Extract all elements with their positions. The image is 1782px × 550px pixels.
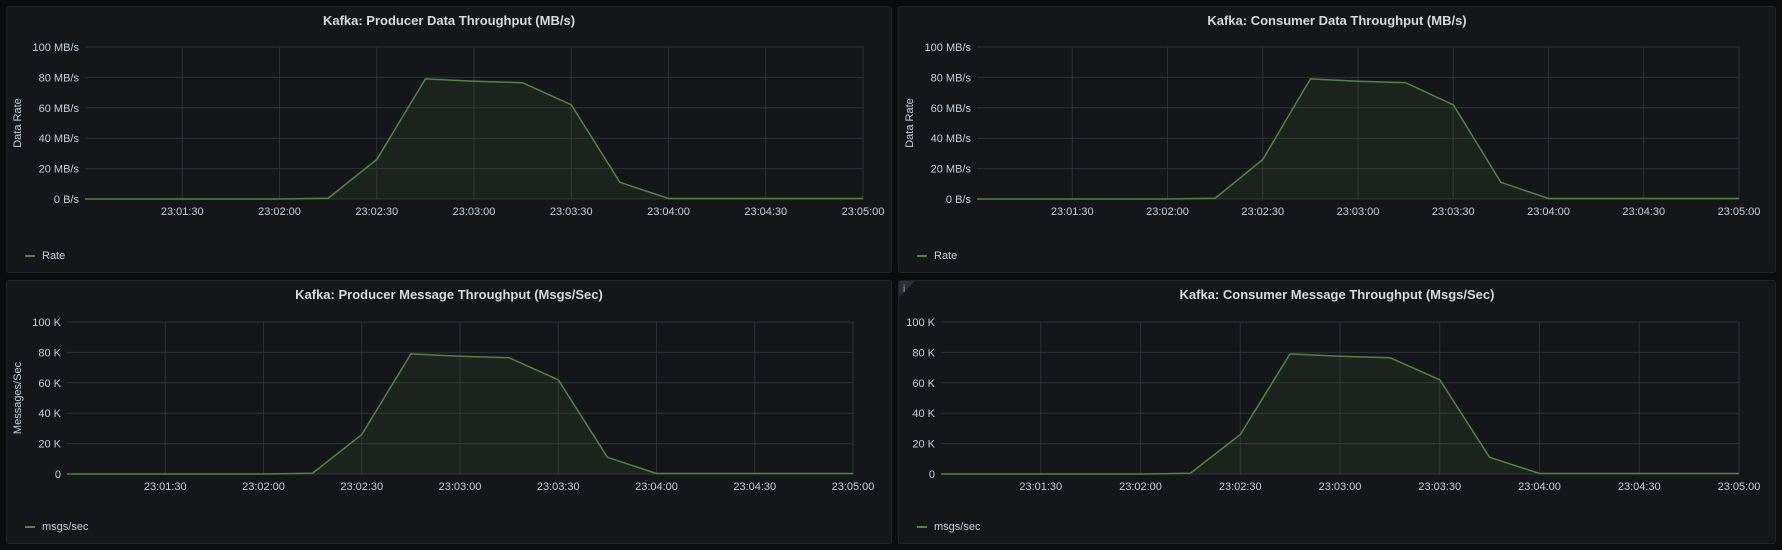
x-tick-label: 23:01:30 (144, 481, 187, 493)
x-tick-label: 23:03:30 (1432, 206, 1475, 218)
panel-producer-message-throughput: Kafka: Producer Message Throughput (Msgs… (6, 280, 892, 544)
legend[interactable]: msgs/sec (917, 521, 980, 533)
y-axis-label: Messages/Sec (12, 361, 24, 434)
legend[interactable]: Rate (917, 250, 957, 262)
y-tick-label: 60 K (912, 378, 935, 390)
series-area (67, 353, 853, 474)
panel-consumer-data-throughput: Kafka: Consumer Data Throughput (MB/s) 0… (898, 6, 1776, 273)
x-tick-label: 23:04:30 (1618, 481, 1661, 493)
x-tick-label: 23:02:00 (258, 206, 301, 218)
y-tick-label: 20 K (912, 439, 935, 451)
x-tick-label: 23:02:30 (1241, 206, 1284, 218)
y-tick-label: 60 MB/s (931, 103, 972, 115)
x-tick-label: 23:04:00 (1527, 206, 1570, 218)
legend-swatch (25, 526, 35, 528)
y-tick-label: 100 K (906, 317, 935, 329)
y-tick-label: 0 B/s (54, 194, 80, 206)
x-tick-label: 23:03:00 (1337, 206, 1380, 218)
x-tick-label: 23:02:30 (355, 206, 398, 218)
y-tick-label: 40 MB/s (931, 133, 972, 145)
legend-swatch (25, 255, 35, 257)
y-tick-label: 0 B/s (946, 194, 972, 206)
y-tick-label: 80 MB/s (931, 72, 972, 84)
legend-label: msgs/sec (934, 521, 981, 533)
y-tick-label: 100 K (32, 317, 61, 329)
x-tick-label: 23:02:30 (340, 481, 383, 493)
x-tick-label: 23:04:30 (1622, 206, 1665, 218)
x-tick-label: 23:02:00 (242, 481, 285, 493)
series-area (85, 78, 863, 199)
consumer-message-chart: 0 20 K 40 K 60 K 80 K 100 K 23:01:30 23:02:00 23… (906, 317, 1761, 493)
y-tick-label: 100 MB/s (33, 42, 80, 54)
producer-data-chart: 0 B/s 20 MB/s 40 MB/s 60 MB/s 80 MB/s 100 MB/… (12, 42, 885, 218)
y-tick-label: 100 MB/s (925, 42, 972, 54)
x-tick-label: 23:05:00 (1718, 481, 1761, 493)
y-tick-label: 40 K (38, 408, 61, 420)
x-tick-label: 23:04:30 (733, 481, 776, 493)
legend-label: Rate (42, 250, 66, 262)
x-tick-label: 23:03:30 (550, 206, 593, 218)
x-tick-label: 23:03:30 (537, 481, 580, 493)
panel-producer-data-throughput: Kafka: Producer Data Throughput (MB/s) 0… (6, 6, 892, 273)
y-tick-label: 60 MB/s (39, 103, 80, 115)
y-tick-label: 40 K (912, 408, 935, 420)
x-tick-label: 23:03:00 (439, 481, 482, 493)
y-tick-label: 80 K (38, 347, 61, 359)
series-area (941, 353, 1739, 474)
producer-message-chart: 0 20 K 40 K 60 K 80 K 100 K 23:01:30 23:02:00 23… (12, 317, 875, 493)
y-tick-label: 0 (55, 469, 61, 481)
y-tick-label: 20 MB/s (931, 164, 972, 176)
x-tick-label: 23:04:00 (647, 206, 690, 218)
x-tick-label: 23:04:30 (744, 206, 787, 218)
y-tick-label: 20 MB/s (39, 164, 80, 176)
y-tick-label: 80 MB/s (39, 72, 80, 84)
y-tick-label: 20 K (38, 439, 61, 451)
y-tick-label: 60 K (38, 378, 61, 390)
y-axis-label: Data Rate (12, 98, 24, 148)
consumer-data-chart: 0 B/s 20 MB/s 40 MB/s 60 MB/s 80 MB/s 100 MB/… (904, 42, 1761, 218)
x-tick-label: 23:05:00 (842, 206, 885, 218)
legend[interactable]: msgs/sec (25, 521, 88, 533)
legend-swatch (917, 255, 927, 257)
x-tick-label: 23:02:30 (1219, 481, 1262, 493)
x-tick-label: 23:03:00 (1319, 481, 1362, 493)
x-tick-label: 23:05:00 (1718, 206, 1761, 218)
legend-label: msgs/sec (42, 521, 89, 533)
x-tick-label: 23:01:30 (161, 206, 204, 218)
legend[interactable]: Rate (25, 250, 65, 262)
x-tick-label: 23:01:30 (1051, 206, 1094, 218)
y-axis-label: Data Rate (904, 98, 916, 148)
series-area (977, 78, 1739, 199)
x-tick-label: 23:05:00 (832, 481, 875, 493)
x-tick-label: 23:02:00 (1119, 481, 1162, 493)
x-tick-label: 23:03:30 (1418, 481, 1461, 493)
x-tick-label: 23:01:30 (1019, 481, 1062, 493)
x-tick-label: 23:02:00 (1146, 206, 1189, 218)
x-tick-label: 23:03:00 (453, 206, 496, 218)
y-tick-label: 40 MB/s (39, 133, 80, 145)
x-tick-label: 23:04:00 (1518, 481, 1561, 493)
panel-consumer-message-throughput: i Kafka: Consumer Message Throughput (Ms… (898, 280, 1776, 544)
x-tick-label: 23:04:00 (635, 481, 678, 493)
y-tick-label: 80 K (912, 347, 935, 359)
legend-swatch (917, 526, 927, 528)
y-tick-label: 0 (929, 469, 935, 481)
legend-label: Rate (934, 250, 958, 262)
